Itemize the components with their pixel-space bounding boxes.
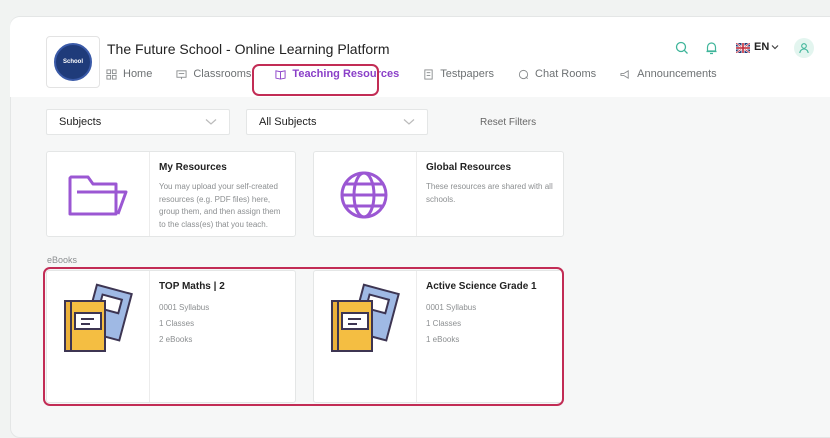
school-logo[interactable]: School [46, 36, 100, 88]
globe-icon [340, 171, 388, 219]
user-icon [799, 43, 809, 54]
bell-icon[interactable] [705, 41, 718, 55]
folder-icon [68, 175, 128, 216]
chevron-down-icon[interactable] [771, 43, 779, 51]
chevron-down-icon [205, 119, 217, 125]
logo-text: School [62, 59, 83, 65]
ebooks-highlight [43, 267, 564, 406]
card-divider [416, 152, 417, 236]
nav-testpapers-label: Testpapers [440, 68, 495, 80]
card-description: These resources are shared with all scho… [426, 182, 553, 204]
nav-home-label: Home [123, 68, 153, 80]
nav-testpapers[interactable]: Testpapers [423, 68, 494, 80]
active-tab-highlight [252, 64, 379, 96]
my-resources-card[interactable]: My Resources You may upload your self-cr… [46, 151, 296, 237]
all-subjects-dropdown-label: All Subjects [259, 116, 317, 128]
main-nav: Home Classrooms Teaching Resources Testp… [106, 68, 741, 80]
grid-icon [106, 68, 117, 80]
uk-flag-icon [736, 43, 750, 53]
search-icon[interactable] [675, 41, 689, 55]
nav-classrooms[interactable]: Classrooms [176, 68, 251, 80]
card-title: Global Resources [426, 162, 512, 173]
nav-chat-rooms-label: Chat Rooms [535, 68, 597, 80]
nav-classrooms-label: Classrooms [193, 68, 252, 80]
subjects-dropdown-label: Subjects [59, 116, 102, 128]
megaphone-icon [620, 69, 629, 79]
nav-home[interactable]: Home [106, 68, 152, 80]
all-subjects-dropdown[interactable]: All Subjects [246, 109, 428, 135]
chat-icon [518, 69, 529, 79]
testpaper-icon [424, 68, 433, 80]
ebooks-section-label: eBooks [47, 255, 78, 265]
user-avatar[interactable] [794, 38, 814, 58]
nav-announcements[interactable]: Announcements [620, 68, 717, 80]
reset-filters-button[interactable]: Reset Filters [480, 117, 536, 128]
language-selector[interactable]: EN [754, 41, 769, 53]
card-title: My Resources [159, 162, 227, 173]
subjects-dropdown[interactable]: Subjects [46, 109, 230, 135]
classroom-icon [176, 69, 187, 79]
app-title: The Future School - Online Learning Plat… [107, 41, 390, 57]
logo-badge: School [54, 43, 92, 81]
card-description: You may upload your self-created resourc… [159, 182, 281, 229]
card-divider [149, 152, 150, 236]
chevron-down-icon [403, 119, 415, 125]
nav-announcements-label: Announcements [637, 68, 717, 80]
header [10, 17, 830, 97]
global-resources-card[interactable]: Global Resources These resources are sha… [313, 151, 564, 237]
nav-chat-rooms[interactable]: Chat Rooms [518, 68, 596, 80]
